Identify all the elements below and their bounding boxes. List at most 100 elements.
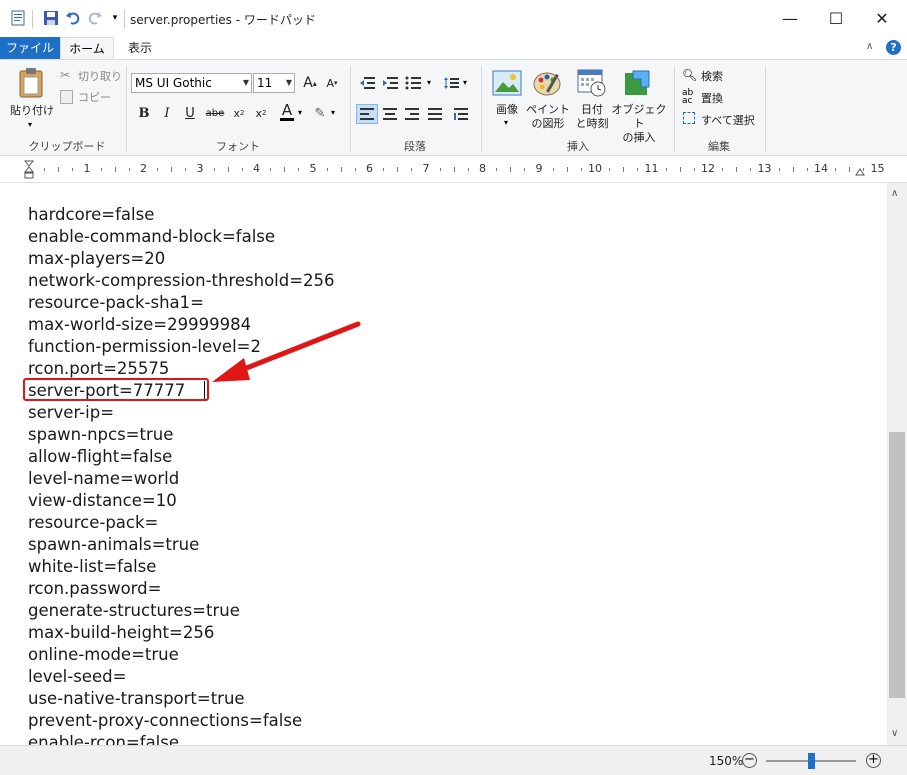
minimize-button[interactable]: — <box>767 0 813 36</box>
document-line[interactable]: white-list=false <box>28 556 335 578</box>
help-icon[interactable]: ? <box>886 40 901 55</box>
ruler-tick <box>58 167 60 172</box>
datetime-icon[interactable] <box>576 68 608 98</box>
first-line-indent-marker-icon[interactable] <box>23 160 35 183</box>
document-text[interactable]: hardcore=false enable-command-block=false… <box>28 204 335 745</box>
line-spacing-icon[interactable] <box>441 74 461 92</box>
ruler-tick <box>510 167 512 172</box>
strikethrough-icon[interactable]: abe <box>204 103 226 123</box>
document-area[interactable]: hardcore=false enable-command-block=false… <box>0 183 887 745</box>
line-spacing-dropdown-icon[interactable]: ▾ <box>463 78 467 87</box>
paragraph-settings-icon[interactable] <box>451 104 471 124</box>
paste-button[interactable]: 貼り付け <box>8 104 56 118</box>
save-icon[interactable] <box>42 9 60 27</box>
bullet-list-icon[interactable] <box>402 74 424 92</box>
scrollbar-thumb[interactable] <box>889 432 905 698</box>
document-line[interactable]: enable-command-block=false <box>28 226 335 248</box>
document-line[interactable]: spawn-animals=true <box>28 534 335 556</box>
document-line[interactable]: max-players=20 <box>28 248 335 270</box>
document-line[interactable]: hardcore=false <box>28 204 335 226</box>
customize-dropdown-icon[interactable]: ▾ <box>106 9 124 27</box>
document-line[interactable]: generate-structures=true <box>28 600 335 622</box>
insert-object-icon[interactable] <box>622 68 654 98</box>
paste-dropdown-icon[interactable]: ▾ <box>28 120 32 129</box>
picture-dropdown-icon[interactable]: ▾ <box>504 118 508 127</box>
align-center-icon[interactable] <box>380 104 400 124</box>
subscript-icon[interactable]: x2 <box>230 103 248 123</box>
document-line[interactable]: max-build-height=256 <box>28 622 335 644</box>
collapse-ribbon-icon[interactable]: ∧ <box>866 41 873 52</box>
font-family-combo[interactable]: MS UI Gothic ▼ <box>131 73 252 93</box>
document-line[interactable]: resource-pack= <box>28 512 335 534</box>
ruler-tick <box>637 168 639 171</box>
bullet-dropdown-icon[interactable]: ▾ <box>427 78 431 87</box>
zoom-in-button[interactable]: + <box>866 753 881 768</box>
underline-icon[interactable]: U <box>181 103 199 123</box>
cut-button[interactable]: 切り取り <box>78 68 122 84</box>
font-size-dropdown-icon[interactable]: ▼ <box>286 74 292 92</box>
annotation-arrow-icon <box>212 321 361 382</box>
bold-icon[interactable]: B <box>135 103 153 123</box>
close-button[interactable]: ✕ <box>859 0 905 36</box>
ruler-tick <box>623 167 625 172</box>
scroll-up-icon[interactable]: ∧ <box>891 188 898 199</box>
font-color-dropdown-icon[interactable]: ▾ <box>298 108 302 117</box>
paint-drawing-button[interactable]: ペイント の図形 <box>526 103 570 131</box>
zoom-level-label[interactable]: 150% <box>709 754 743 768</box>
tab-file[interactable]: ファイル <box>0 37 60 59</box>
scroll-down-icon[interactable]: ∨ <box>891 728 898 739</box>
shrink-font-icon[interactable]: A ▾ <box>322 73 342 93</box>
italic-icon[interactable]: I <box>158 103 176 123</box>
insert-picture-button[interactable]: 画像 <box>487 103 527 117</box>
copy-button[interactable]: コピー <box>78 89 111 105</box>
undo-icon[interactable] <box>64 9 82 27</box>
document-line[interactable]: network-compression-threshold=256 <box>28 270 335 292</box>
wordpad-app-icon[interactable] <box>9 9 27 27</box>
paste-icon[interactable] <box>16 66 48 100</box>
zoom-slider-thumb[interactable] <box>808 753 815 769</box>
picture-icon[interactable] <box>491 68 523 98</box>
document-line[interactable]: resource-pack-sha1= <box>28 292 335 314</box>
font-family-dropdown-icon[interactable]: ▼ <box>243 74 249 92</box>
highlight-dropdown-icon[interactable]: ▾ <box>331 108 335 117</box>
document-line[interactable]: online-mode=true <box>28 644 335 666</box>
document-line[interactable]: rcon.password= <box>28 578 335 600</box>
ruler-number: 3 <box>196 162 204 175</box>
tab-view[interactable]: 表示 <box>116 37 164 59</box>
increase-indent-icon[interactable] <box>380 74 400 92</box>
redo-icon[interactable] <box>86 9 104 27</box>
document-line[interactable]: server-ip= <box>28 402 335 424</box>
paint-drawing-icon[interactable] <box>532 68 564 98</box>
document-line[interactable]: allow-flight=false <box>28 446 335 468</box>
font-size-combo[interactable]: 11 ▼ <box>253 73 295 93</box>
find-button[interactable]: 検索 <box>701 68 723 84</box>
document-line[interactable]: use-native-transport=true <box>28 688 335 710</box>
justify-icon[interactable] <box>425 104 445 124</box>
grow-font-icon[interactable]: A ▴ <box>300 73 320 93</box>
select-all-button[interactable]: すべて選択 <box>701 112 755 128</box>
document-line[interactable]: prevent-proxy-connections=false <box>28 710 335 732</box>
ruler-tick <box>792 167 794 172</box>
document-line[interactable]: spawn-npcs=true <box>28 424 335 446</box>
ruler-number: 12 <box>701 162 715 175</box>
zoom-out-button[interactable]: − <box>742 753 757 768</box>
tab-home[interactable]: ホーム <box>60 37 114 59</box>
document-line[interactable]: level-name=world <box>28 468 335 490</box>
right-indent-marker-icon[interactable] <box>855 166 865 180</box>
align-right-icon[interactable] <box>402 104 422 124</box>
decrease-indent-icon[interactable] <box>357 74 377 92</box>
ruler-number: 1 <box>83 162 91 175</box>
ruler-number: 6 <box>366 162 373 175</box>
superscript-icon[interactable]: x2 <box>252 103 270 123</box>
document-line[interactable]: level-seed= <box>28 666 335 688</box>
replace-button[interactable]: 置換 <box>701 90 723 106</box>
align-left-icon[interactable] <box>356 104 378 124</box>
maximize-button[interactable]: ☐ <box>813 0 859 36</box>
document-line[interactable]: view-distance=10 <box>28 490 335 512</box>
datetime-button[interactable]: 日付 と時刻 <box>570 103 614 131</box>
ruler-tick <box>185 168 187 171</box>
ruler[interactable]: 1 2 3 4 5 6 7 8 9 10 11 12 13 14 15 <box>0 156 907 183</box>
font-color-icon[interactable]: A <box>278 101 296 123</box>
highlight-icon[interactable]: ✎ <box>311 103 329 123</box>
document-line[interactable]: enable-rcon=false <box>28 732 335 745</box>
